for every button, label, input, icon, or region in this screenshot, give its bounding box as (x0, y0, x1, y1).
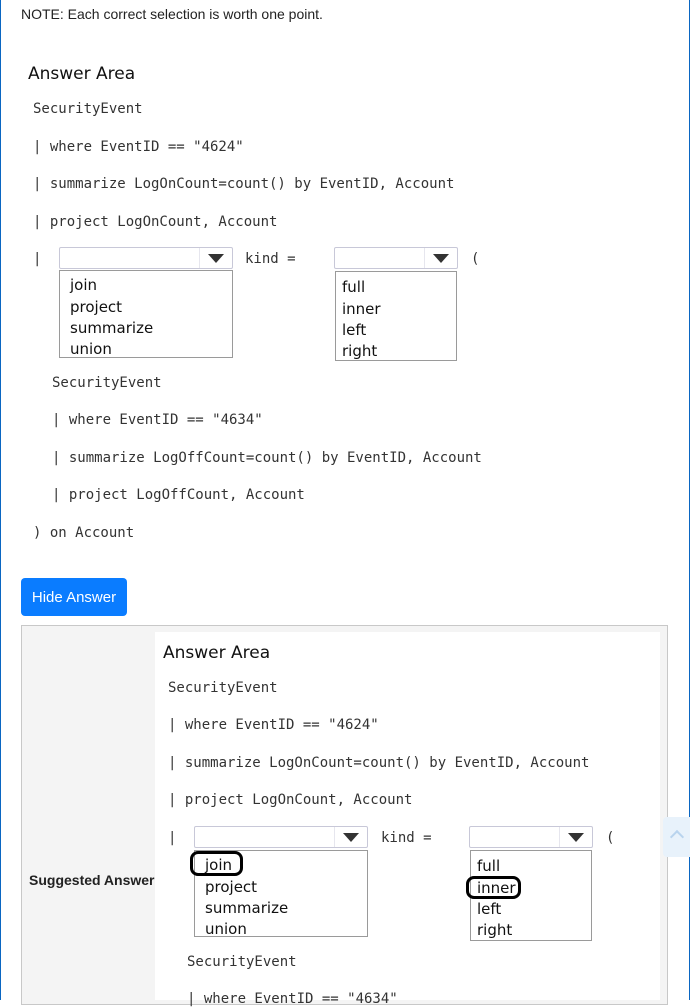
sugg-code-line-3: | summarize LogOnCount=count() by EventI… (168, 755, 590, 771)
code-line-4: | project LogOnCount, Account (33, 214, 278, 230)
sugg-code-line-1: SecurityEvent (168, 680, 278, 696)
kind-options: full inner left right (335, 271, 457, 361)
kind-dropdown[interactable] (334, 247, 458, 269)
selection-highlight-join (190, 851, 243, 876)
sugg-option-full: full (477, 857, 501, 875)
code-pipe: | (33, 251, 42, 267)
scroll-to-top-button[interactable] (663, 817, 690, 857)
chevron-up-icon (669, 829, 685, 845)
code-line-3: | summarize LogOnCount=count() by EventI… (33, 176, 455, 192)
sugg-kind-dropdown (469, 826, 593, 848)
sugg-paren-open: ( (606, 830, 615, 846)
suggested-answer-label: Suggested Answer: (29, 872, 160, 888)
selection-highlight-inner (466, 876, 521, 899)
option-full[interactable]: full (342, 278, 365, 296)
sugg-code-line-2: | where EventID == "4624" (168, 717, 379, 733)
sugg-code-pipe: | (168, 830, 177, 846)
chevron-down-icon (559, 827, 592, 847)
option-inner[interactable]: inner (342, 300, 381, 318)
hide-answer-button[interactable]: Hide Answer (21, 578, 127, 616)
operator-dropdown[interactable] (59, 247, 233, 269)
option-summarize[interactable]: summarize (70, 319, 153, 337)
option-union[interactable]: union (70, 340, 112, 358)
option-right[interactable]: right (342, 342, 377, 360)
answer-area-title: Answer Area (28, 64, 136, 84)
note-text: NOTE: Each correct selection is worth on… (21, 6, 323, 22)
code-line-9: | project LogOffCount, Account (52, 487, 305, 503)
code-line-7: | where EventID == "4634" (52, 412, 263, 428)
sugg-operator-dropdown (194, 826, 368, 848)
chevron-down-icon (334, 827, 367, 847)
sugg-kind-label: kind = (381, 830, 432, 846)
suggested-area-title: Answer Area (163, 643, 271, 663)
option-project[interactable]: project (70, 298, 122, 316)
chevron-down-icon (199, 248, 232, 268)
sugg-code-line-4: | project LogOnCount, Account (168, 792, 413, 808)
option-join[interactable]: join (70, 276, 97, 294)
code-line-10: ) on Account (33, 525, 135, 541)
chevron-down-icon (424, 248, 457, 268)
code-line-6: SecurityEvent (52, 375, 162, 391)
option-left[interactable]: left (342, 321, 366, 339)
code-line-2: | where EventID == "4624" (33, 139, 244, 155)
sugg-option-right: right (477, 921, 513, 939)
kind-label: kind = (245, 251, 296, 267)
sugg-code-line-7: | where EventID == "4634" (187, 991, 398, 1007)
code-line-1: SecurityEvent (33, 101, 143, 117)
code-line-8: | summarize LogOffCount=count() by Event… (52, 450, 482, 466)
sugg-option-summarize: summarize (205, 899, 289, 917)
sugg-option-left: left (477, 900, 502, 918)
operator-options: join project summarize union (59, 270, 233, 358)
sugg-code-line-6: SecurityEvent (187, 954, 297, 970)
sugg-option-project: project (205, 878, 258, 896)
paren-open: ( (471, 251, 480, 267)
sugg-option-union: union (205, 920, 247, 938)
